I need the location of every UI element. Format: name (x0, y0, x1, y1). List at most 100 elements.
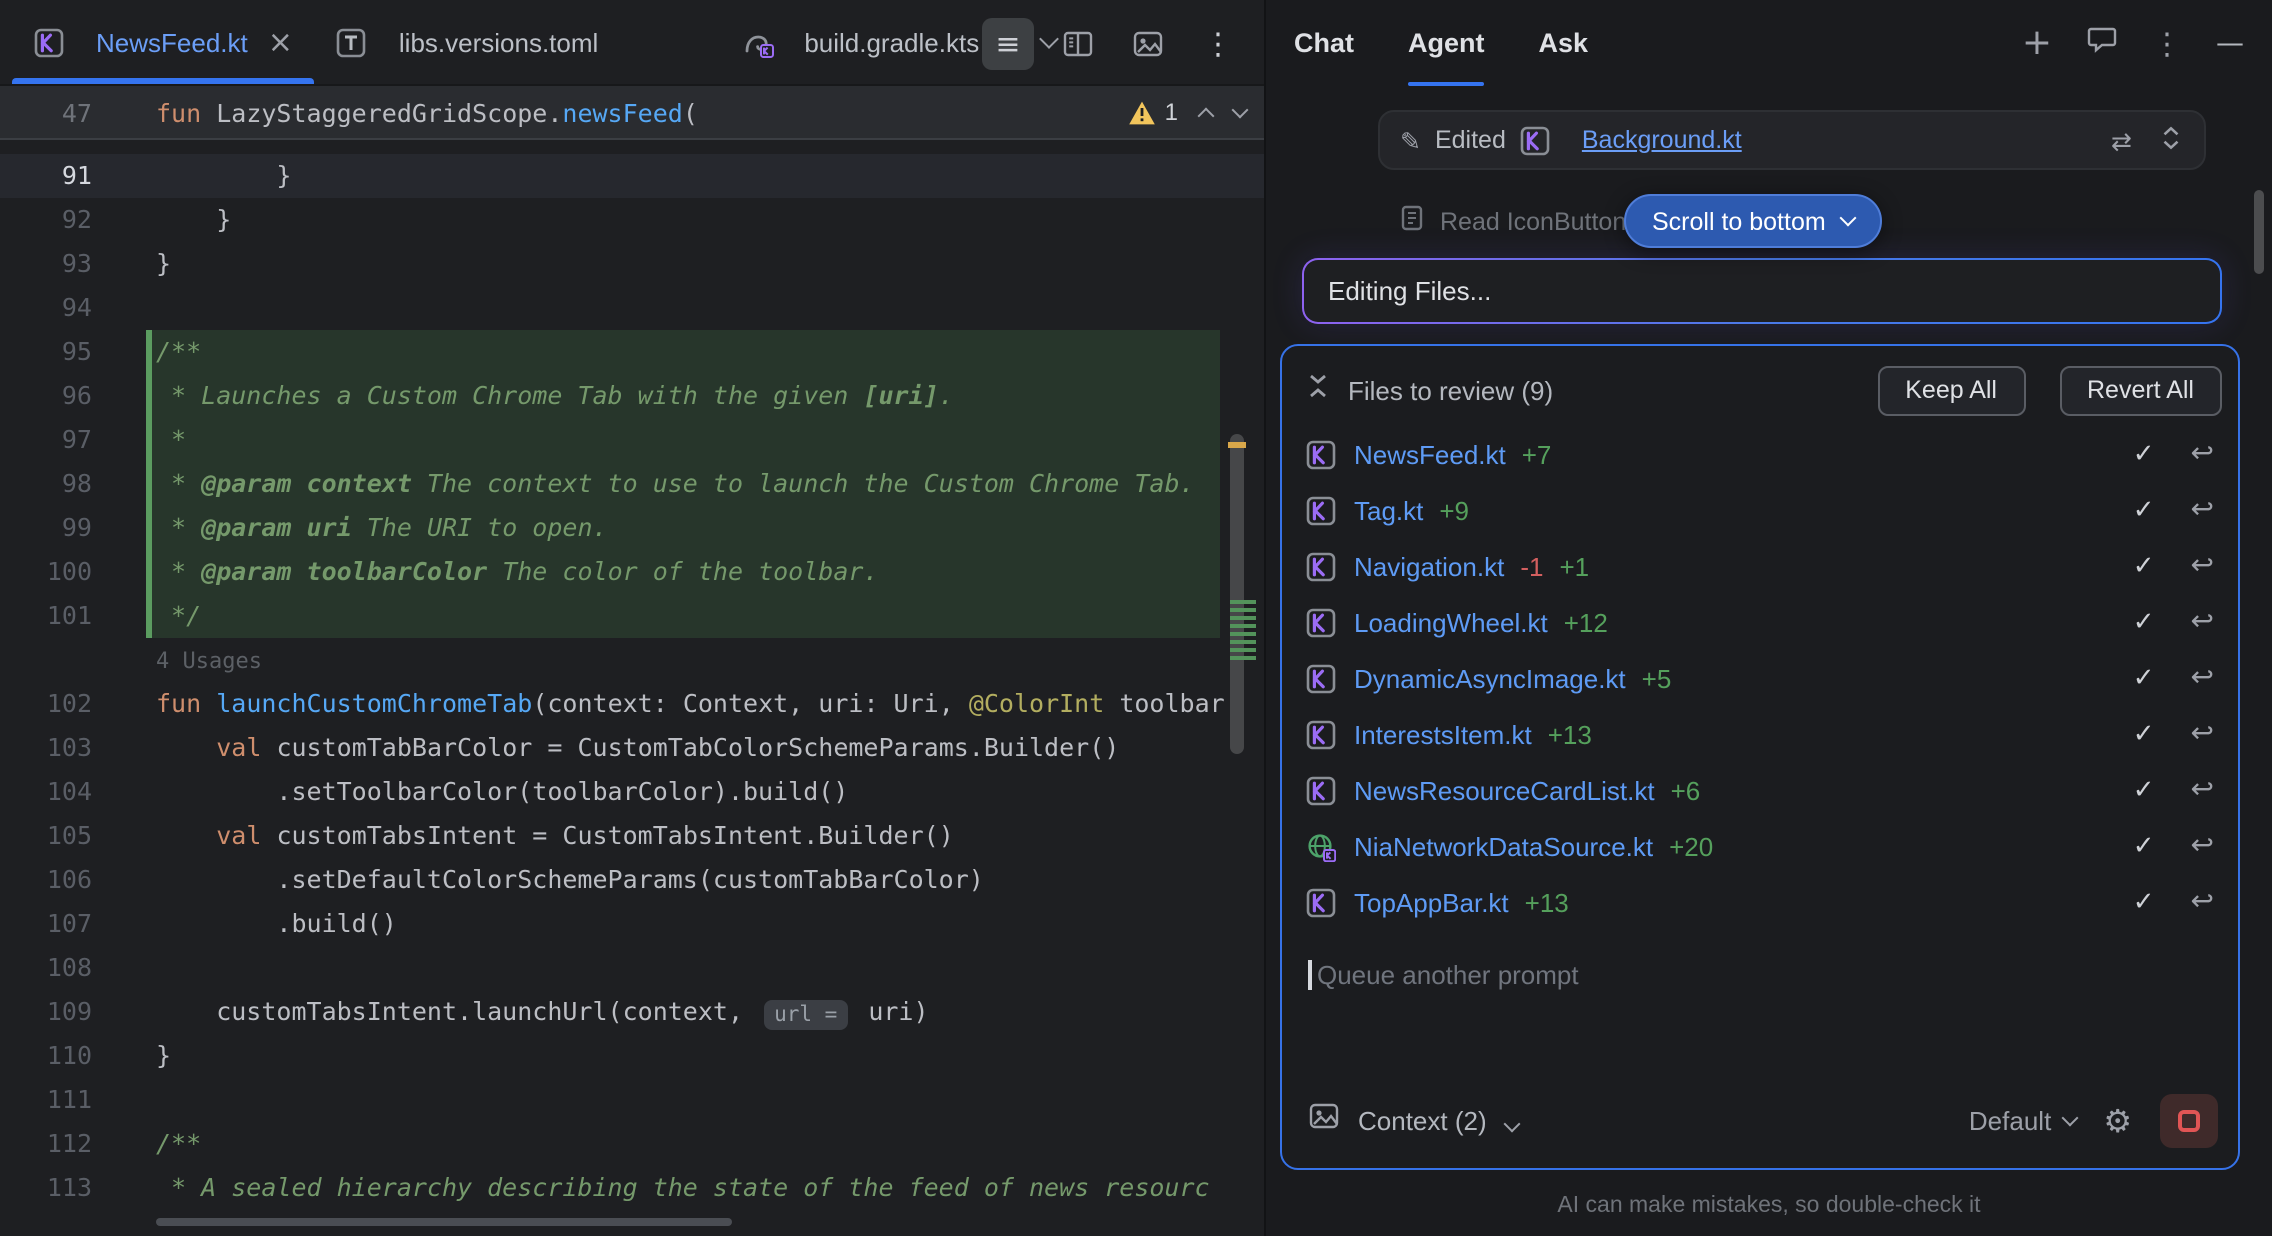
next-issue-icon[interactable] (1232, 101, 1249, 118)
gear-icon[interactable]: ⚙ (2103, 1101, 2132, 1139)
accept-file-icon[interactable]: ✓ (2133, 607, 2155, 637)
file-row[interactable]: NewsResourceCardList.kt +6 ✓ ↩ (1282, 762, 2238, 818)
diff-compare-icon[interactable]: ⇄ (2111, 125, 2132, 155)
ai-disclaimer: AI can make mistakes, so double-check it (1266, 1194, 2272, 1218)
revert-file-icon[interactable]: ↩ (2191, 494, 2214, 526)
revert-file-icon[interactable]: ↩ (2191, 662, 2214, 694)
file-row[interactable]: NiaNetworkDataSource.kt +20 ✓ ↩ (1282, 818, 2238, 874)
accept-file-icon[interactable]: ✓ (2133, 775, 2155, 805)
vertical-scrollbar[interactable] (1230, 434, 1244, 754)
code-line[interactable]: * Launches a Custom Chrome Tab with the … (156, 374, 954, 418)
horizontal-scrollbar[interactable] (156, 1218, 732, 1226)
revert-file-icon[interactable]: ↩ (2191, 606, 2214, 638)
file-row[interactable]: DynamicAsyncImage.kt +5 ✓ ↩ (1282, 650, 2238, 706)
tab-libs-versions[interactable]: libs.versions.toml (315, 0, 620, 84)
review-file-list: NewsFeed.kt +7 ✓ ↩ Tag.kt +9 ✓ ↩ Navigat… (1282, 426, 2238, 930)
file-row[interactable]: Navigation.kt -1 +1 ✓ ↩ (1282, 538, 2238, 594)
tab-chat[interactable]: Chat (1294, 0, 1354, 86)
revert-file-icon[interactable]: ↩ (2191, 718, 2214, 750)
accept-file-icon[interactable]: ✓ (2133, 663, 2155, 693)
read-step-row[interactable]: Read IconButton. (1398, 204, 1633, 238)
code-line[interactable]: */ (156, 594, 201, 638)
code-line[interactable]: .setDefaultColorSchemeParams(customTabBa… (156, 858, 984, 902)
accept-file-icon[interactable]: ✓ (2133, 551, 2155, 581)
file-link[interactable]: LoadingWheel.kt (1354, 607, 1548, 637)
file-link[interactable]: InterestsItem.kt (1354, 719, 1532, 749)
code-line[interactable]: * @param uri The URI to open. (156, 506, 608, 550)
code-line[interactable]: 4 Usages (156, 638, 262, 682)
file-row[interactable]: LoadingWheel.kt +12 ✓ ↩ (1282, 594, 2238, 650)
revert-file-icon[interactable]: ↩ (2191, 830, 2214, 862)
revert-all-button[interactable]: Revert All (2059, 365, 2222, 415)
code-line[interactable]: * (156, 418, 186, 462)
edited-file-link[interactable]: Background.kt (1582, 126, 1742, 154)
file-row[interactable]: TopAppBar.kt +13 ✓ ↩ (1282, 874, 2238, 930)
collapse-icon[interactable] (1304, 371, 1332, 409)
code-line-row: 108 (0, 946, 1264, 990)
code-line[interactable]: * A sealed hierarchy describing the stat… (156, 1166, 1210, 1210)
warning-badge[interactable]: 1 (1129, 98, 1178, 126)
code-line[interactable]: customTabsIntent.launchUrl(context, url … (156, 990, 929, 1034)
accept-file-icon[interactable]: ✓ (2133, 495, 2155, 525)
revert-file-icon[interactable]: ↩ (2191, 886, 2214, 918)
code-line[interactable]: * @param toolbarColor The color of the t… (156, 550, 879, 594)
accept-file-icon[interactable]: ✓ (2133, 719, 2155, 749)
code-line[interactable]: .build() (156, 902, 397, 946)
file-link[interactable]: DynamicAsyncImage.kt (1354, 663, 1626, 693)
code-line[interactable]: } (156, 154, 291, 198)
close-tab-icon[interactable]: × (268, 27, 293, 57)
prev-issue-icon[interactable] (1198, 107, 1215, 124)
expand-icon[interactable] (2158, 123, 2184, 157)
chevron-down-icon (1503, 1115, 1520, 1132)
file-link[interactable]: NewsResourceCardList.kt (1354, 775, 1655, 805)
tab-newsfeed[interactable]: NewsFeed.kt × (12, 0, 315, 84)
file-link[interactable]: TopAppBar.kt (1354, 887, 1509, 917)
revert-file-icon[interactable]: ↩ (2191, 550, 2214, 582)
editor-more-icon[interactable]: ⋮ (1192, 17, 1244, 69)
code-line[interactable]: /** (156, 1122, 201, 1166)
code-line[interactable]: * @param context The context to use to l… (156, 462, 1195, 506)
scroll-to-bottom-button[interactable]: Scroll to bottom (1624, 194, 1882, 248)
code-line[interactable]: /** (156, 330, 201, 374)
code-area[interactable]: 91 }92 }93}9495/**96 * Launches a Custom… (0, 140, 1264, 1210)
attach-image-icon[interactable] (1308, 1099, 1340, 1141)
code-line[interactable]: val customTabsIntent = CustomTabsIntent.… (156, 814, 954, 858)
code-line[interactable]: } (156, 1034, 171, 1078)
editor-list-view-icon[interactable]: ≡ (982, 17, 1034, 69)
chat-more-icon[interactable]: ⋮ (2152, 25, 2182, 61)
file-link[interactable]: NewsFeed.kt (1354, 439, 1506, 469)
prompt-input[interactable]: Queue another prompt (1282, 930, 2238, 1076)
tab-agent[interactable]: Agent (1408, 0, 1485, 86)
file-link[interactable]: NiaNetworkDataSource.kt (1354, 831, 1653, 861)
split-editor-icon[interactable] (1052, 17, 1104, 69)
accept-file-icon[interactable]: ✓ (2133, 439, 2155, 469)
file-row[interactable]: Tag.kt +9 ✓ ↩ (1282, 482, 2238, 538)
context-selector[interactable]: Context (2) (1358, 1105, 1518, 1135)
stop-button[interactable] (2160, 1093, 2218, 1147)
accept-file-icon[interactable]: ✓ (2133, 887, 2155, 917)
code-line[interactable]: } (156, 242, 171, 286)
usages-inlay-hint[interactable]: 4 Usages (156, 648, 262, 674)
file-row[interactable]: NewsFeed.kt +7 ✓ ↩ (1282, 426, 2238, 482)
file-row[interactable]: InterestsItem.kt +13 ✓ ↩ (1282, 706, 2238, 762)
screenshot-icon[interactable] (1122, 17, 1174, 69)
revert-file-icon[interactable]: ↩ (2191, 774, 2214, 806)
code-line[interactable]: .setToolbarColor(toolbarColor).build() (156, 770, 848, 814)
hide-panel-icon[interactable]: — (2216, 27, 2244, 59)
edited-file-card[interactable]: ✎ Edited Background.kt ⇄ (1378, 110, 2206, 170)
tab-ask[interactable]: Ask (1539, 0, 1589, 86)
code-line[interactable]: val customTabBarColor = CustomTabColorSc… (156, 726, 1119, 770)
keep-all-button[interactable]: Keep All (1877, 365, 2025, 415)
chat-history-icon[interactable] (2086, 22, 2118, 64)
code-line[interactable]: } (156, 198, 231, 242)
revert-file-icon[interactable]: ↩ (2191, 438, 2214, 470)
file-link[interactable]: Navigation.kt (1354, 551, 1504, 581)
model-selector[interactable]: Default (1969, 1105, 2075, 1135)
accept-file-icon[interactable]: ✓ (2133, 831, 2155, 861)
code-line[interactable]: fun launchCustomChromeTab(context: Conte… (156, 682, 1225, 726)
chat-scrollbar[interactable] (2254, 190, 2264, 274)
new-chat-icon[interactable]: + (2022, 25, 2052, 61)
sticky-header-line[interactable]: 47 fun LazyStaggeredGridScope.newsFeed( … (0, 86, 1264, 140)
read-step-label: Read IconButton. (1440, 207, 1633, 235)
file-link[interactable]: Tag.kt (1354, 495, 1423, 525)
